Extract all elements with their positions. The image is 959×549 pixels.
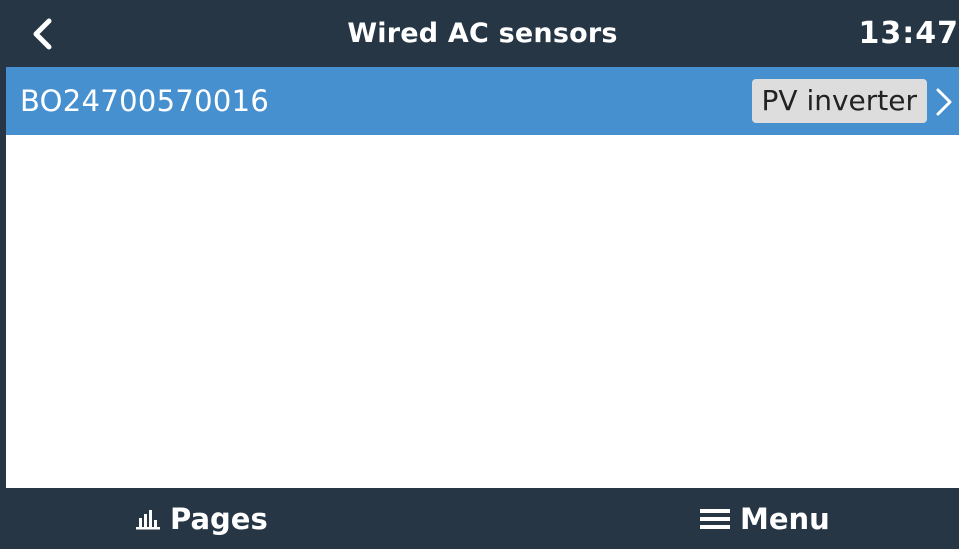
pages-button[interactable]: Pages (136, 488, 268, 549)
menu-button[interactable]: Menu (700, 488, 830, 549)
footer-bar: Pages Menu (6, 488, 959, 549)
clock: 13:47 (858, 16, 959, 51)
sensor-position-value: PV inverter (751, 79, 927, 123)
sensor-list: BO24700570016 PV inverter (6, 67, 959, 135)
screen: Wired AC sensors 13:47 BO24700570016 PV … (0, 0, 959, 549)
sensor-serial: BO24700570016 (20, 84, 270, 118)
list-item-sensor[interactable]: BO24700570016 PV inverter (6, 67, 959, 135)
menu-label: Menu (740, 501, 830, 536)
header-bar: Wired AC sensors 13:47 (6, 0, 959, 67)
hamburger-icon (700, 508, 730, 529)
pages-label: Pages (170, 501, 268, 536)
page-title: Wired AC sensors (347, 18, 618, 49)
chevron-right-icon (936, 88, 952, 116)
bar-chart-icon (136, 509, 160, 529)
